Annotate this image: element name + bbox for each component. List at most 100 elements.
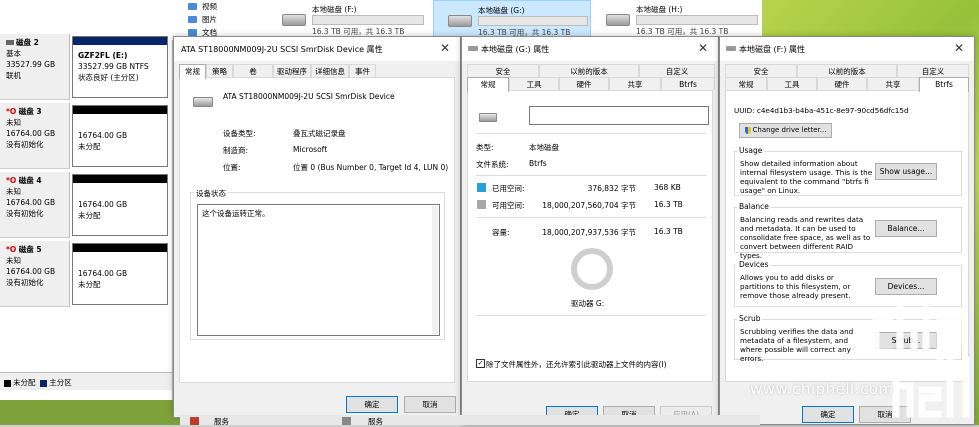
uninitialized-icon: *O (6, 176, 17, 185)
used-label: 已用空间: (492, 184, 525, 193)
disk-label[interactable]: *O 磁盘 4 未知 16764.00 GB 没有初始化 (0, 172, 70, 238)
primary-swatch (40, 379, 48, 387)
change-drive-letter-button[interactable]: Change drive letter... (739, 123, 832, 138)
tab-strip: 常规 策略 卷 驱动程序 详细信息 事件 (179, 64, 455, 79)
uuid-text: UUID: c4e4d1b3-b4ba-451c-8e97-90cd56dfc1… (734, 106, 909, 115)
capacity-bytes: 18,000,207,937,536 字节 (542, 228, 636, 237)
drive-letter-label: 驱动器 G: (571, 299, 605, 308)
tab-customize[interactable]: 自定义 (639, 64, 715, 77)
capacity-size: 16.3 TB (654, 227, 683, 236)
taskbar-item[interactable]: 服务 (214, 416, 229, 427)
drive-g[interactable]: 本地磁盘 (G:) 16.3 TB 可用，共 16.3 TB (433, 0, 591, 40)
field-value: Microsoft (293, 145, 328, 154)
uninitialized-icon: *O (6, 245, 17, 254)
devices-description: Allows you to add disks or partitions to… (740, 273, 851, 300)
field-label: 设备类型: (223, 129, 256, 138)
index-checkbox-label[interactable]: 除了文件属性外，还允许索引此驱动器上文件的内容(I) (486, 359, 667, 370)
tab-tools[interactable]: 工具 (767, 77, 817, 90)
service-icon (190, 417, 199, 425)
tab-btrfs[interactable]: Btrfs (661, 77, 715, 90)
tab-general[interactable]: 常规 (179, 64, 206, 79)
field-label: 制造商: (223, 146, 249, 155)
tab-security[interactable]: 安全 (725, 64, 797, 77)
tab-security[interactable]: 安全 (467, 64, 539, 77)
tab-policy[interactable]: 策略 (206, 64, 233, 77)
free-size: 16.3 TB (654, 200, 683, 209)
watermark-text: www.chiphell.com (750, 380, 894, 398)
chiphell-logo (872, 300, 970, 418)
ok-button[interactable]: 确定 (802, 406, 854, 423)
ok-button[interactable]: 确定 (346, 396, 398, 413)
tab-driver[interactable]: 驱动程序 (273, 64, 311, 77)
divider (476, 217, 706, 218)
scrollbar[interactable] (432, 206, 438, 334)
balance-description: Balancing reads and rewrites data and me… (740, 215, 871, 260)
tab-strip-row2: 常规 工具 硬件 共享 Btrfs (725, 77, 969, 92)
tab-events[interactable]: 事件 (349, 64, 376, 77)
close-icon[interactable]: ✕ (698, 41, 708, 55)
uninitialized-icon: *O (6, 107, 17, 116)
partition-box[interactable]: 16764.00 GB 未分配 (72, 243, 168, 305)
free-color-swatch (477, 200, 486, 209)
scrub-description: Scrubbing verifies the data and metadata… (740, 327, 854, 363)
used-color-swatch (477, 183, 486, 192)
desktop-wallpaper-left (0, 400, 180, 425)
drive-f[interactable]: 本地磁盘 (F:) 16.3 TB 可用，共 16.3 TB (268, 0, 428, 40)
disk-label[interactable]: *O 磁盘 5 未知 16764.00 GB 没有初始化 (0, 241, 70, 307)
tab-details[interactable]: 详细信息 (311, 64, 349, 77)
drive-h[interactable]: 本地磁盘 (H:) 16.3 TB 可用，共 16.3 TB (592, 0, 760, 40)
index-checkbox[interactable]: ✓ (476, 359, 485, 368)
partition-box[interactable]: 16764.00 GB 未分配 (72, 174, 168, 236)
partition-box[interactable]: GZF2FL (E:) 33527.99 GB NTFS 状态良好 (主分区) (72, 36, 168, 98)
tab-volume[interactable]: 卷 (233, 64, 273, 77)
device-name: ATA ST18000NM009J-2U SCSI SmrDisk Device (223, 92, 395, 101)
tab-tools[interactable]: 工具 (509, 77, 559, 90)
used-size: 368 KB (654, 183, 681, 192)
g-drive-properties-dialog: 本地磁盘 (G:) 属性 ✕ 安全 以前的版本 自定义 常规 工具 硬件 共享 … (461, 36, 719, 425)
drive-icon (448, 15, 472, 27)
divider (476, 133, 706, 134)
disk-management-panel: 磁盘 2 基本 33527.99 GB 联机 GZF2FL (E:) 33527… (0, 0, 173, 400)
drive-icon (606, 14, 630, 26)
capacity-label: 容量: (492, 228, 510, 237)
fs-label: 文件系统: (476, 160, 509, 169)
device-status-title: 设备状态 (194, 188, 228, 199)
close-icon[interactable]: ✕ (440, 41, 450, 55)
video-icon (188, 3, 197, 10)
dialog-title: ATA ST18000NM009J-2U SCSI SmrDisk Device… (181, 45, 383, 54)
type-value: 本地磁盘 (529, 143, 559, 152)
dialog-titlebar: 本地磁盘 (G:) 属性 ✕ (462, 37, 718, 61)
nav-item-pictures[interactable]: 图片 (184, 13, 264, 26)
disk-label[interactable]: 磁盘 2 基本 33527.99 GB 联机 (0, 34, 70, 100)
usage-donut-chart (571, 248, 613, 290)
tab-hardware[interactable]: 硬件 (817, 77, 867, 90)
device-properties-dialog: ATA ST18000NM009J-2U SCSI SmrDisk Device… (173, 36, 461, 418)
service-icon (342, 417, 351, 425)
nav-item-videos[interactable]: 视频 (184, 0, 264, 13)
tab-previous-versions[interactable]: 以前的版本 (539, 64, 639, 77)
cancel-button[interactable]: 取消 (404, 396, 456, 413)
show-usage-button[interactable]: Show usage... (875, 163, 937, 180)
device-status-textbox[interactable]: 这个设备运转正常。 (197, 204, 440, 336)
disk-label[interactable]: *O 磁盘 3 未知 16764.00 GB 没有初始化 (0, 103, 70, 169)
tab-sharing[interactable]: 共享 (609, 77, 661, 90)
general-pane: ATA ST18000NM009J-2U SCSI SmrDisk Device… (179, 77, 455, 383)
usage-description: Show detailed information about internal… (740, 159, 873, 195)
tab-hardware[interactable]: 硬件 (559, 77, 609, 90)
tab-general[interactable]: 常规 (725, 77, 767, 90)
used-bytes: 376,832 字节 (587, 184, 636, 193)
close-icon[interactable]: ✕ (954, 41, 964, 55)
tab-general[interactable]: 常规 (467, 77, 509, 92)
tab-sharing[interactable]: 共享 (867, 77, 919, 90)
taskbar-item[interactable]: 服务 (368, 416, 383, 427)
tab-customize[interactable]: 自定义 (897, 64, 969, 77)
balance-button[interactable]: Balance... (875, 220, 937, 237)
dialog-titlebar: ATA ST18000NM009J-2U SCSI SmrDisk Device… (174, 37, 460, 61)
field-label: 位置: (223, 163, 241, 172)
tab-previous-versions[interactable]: 以前的版本 (797, 64, 897, 77)
tab-btrfs[interactable]: Btrfs (919, 77, 969, 92)
volume-label-input[interactable] (529, 106, 709, 125)
shield-icon (744, 126, 751, 134)
divider (476, 175, 706, 176)
partition-box[interactable]: 16764.00 GB 未分配 (72, 105, 168, 167)
